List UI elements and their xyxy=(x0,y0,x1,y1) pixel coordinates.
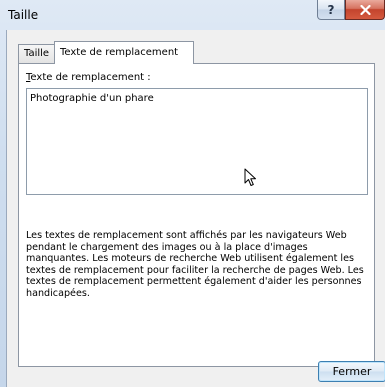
window-close-button[interactable] xyxy=(345,0,385,20)
tab-panel: Texte de remplacement : Photographie d'u… xyxy=(18,63,375,367)
window-title: Taille xyxy=(8,8,39,22)
title-bar[interactable]: Taille ? xyxy=(0,0,385,32)
close-x-icon xyxy=(359,4,371,15)
help-button[interactable]: ? xyxy=(317,0,345,20)
help-icon: ? xyxy=(327,2,335,17)
dialog-client-area: Taille Texte de remplacement Texte de re… xyxy=(6,30,385,387)
tab-taille[interactable]: Taille xyxy=(18,44,55,63)
alt-text-label: Texte de remplacement : xyxy=(26,72,151,83)
dialog-window: Taille ? Taille Texte de remplacement Te… xyxy=(0,0,385,387)
mouse-pointer-icon xyxy=(244,168,256,186)
alt-text-value: Photographie d'un phare xyxy=(30,93,154,104)
tab-texte-de-remplacement[interactable]: Texte de remplacement xyxy=(54,41,194,64)
tab-strip: Taille Texte de remplacement xyxy=(18,41,378,65)
close-button[interactable]: Fermer xyxy=(318,361,385,382)
alt-text-field[interactable]: Photographie d'un phare xyxy=(26,88,368,195)
alt-text-description: Les textes de remplacement sont affichés… xyxy=(26,230,364,299)
alt-text-label-text: exte de remplacement : xyxy=(30,72,151,83)
